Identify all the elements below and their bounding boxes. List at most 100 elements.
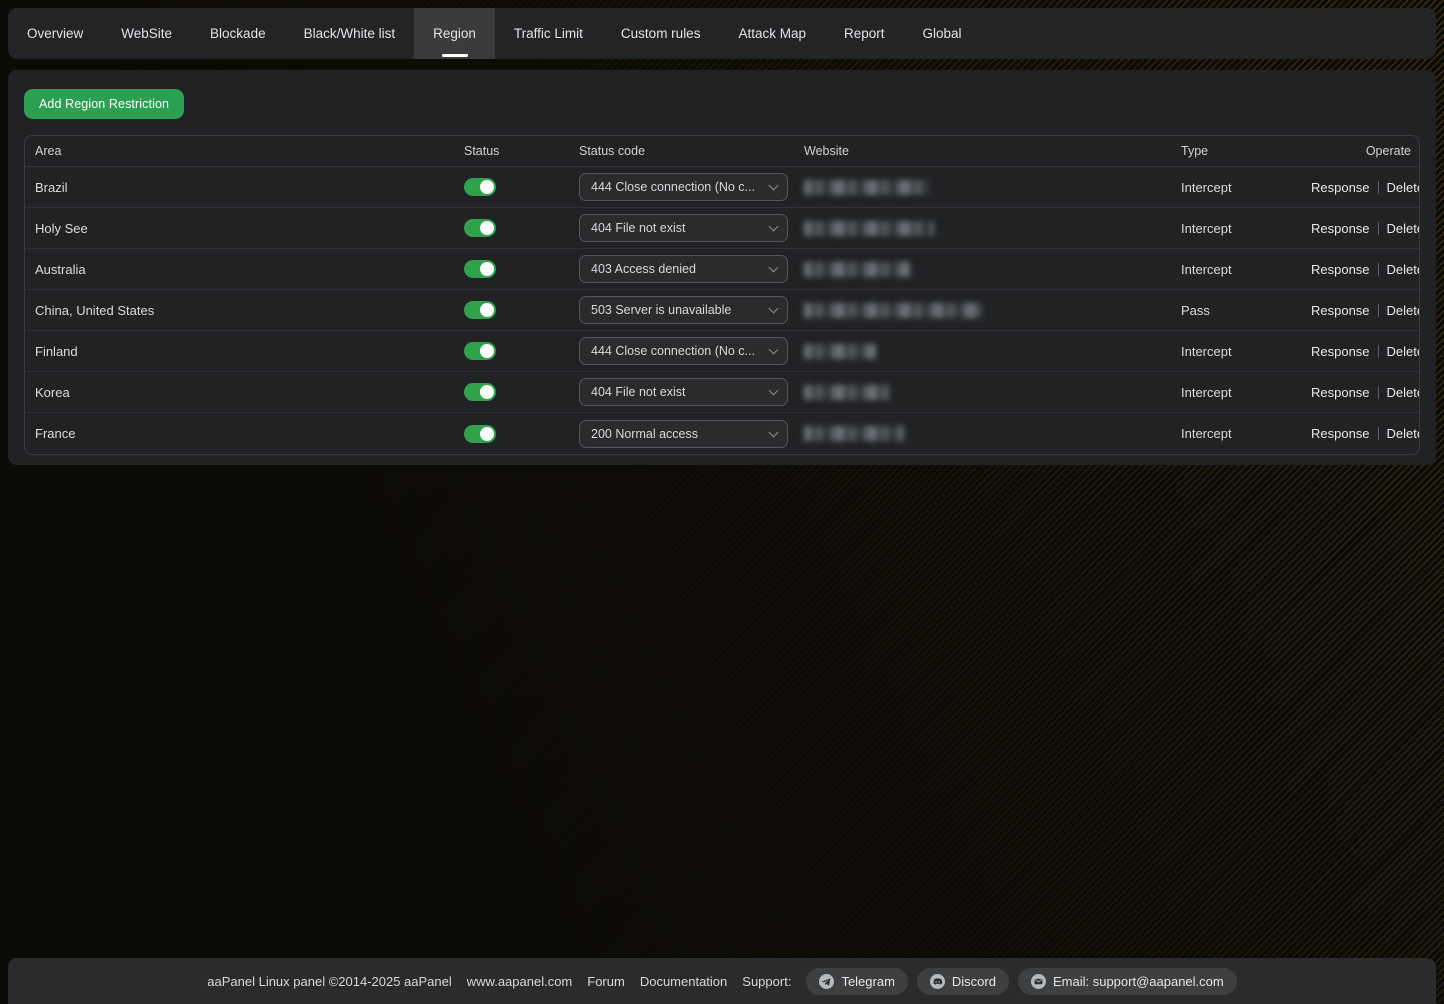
table-body: Brazil 444 Close connection (No c... Inter…	[25, 167, 1419, 454]
operate-cell: Response Delete	[1311, 221, 1420, 236]
website-redacted	[804, 426, 904, 441]
chevron-down-icon	[769, 304, 779, 314]
toggle-knob	[480, 221, 494, 235]
email-button[interactable]: Email: support@aapanel.com	[1018, 968, 1237, 995]
response-link[interactable]: Response	[1311, 221, 1370, 236]
status-toggle[interactable]	[464, 301, 496, 319]
status-code-cell: 200 Normal access	[579, 420, 804, 448]
response-link[interactable]: Response	[1311, 303, 1370, 318]
telegram-button[interactable]: Telegram	[806, 968, 907, 995]
status-toggle[interactable]	[464, 425, 496, 443]
website-redacted	[804, 180, 930, 195]
status-code-value: 200 Normal access	[591, 427, 764, 441]
delete-link[interactable]: Delete	[1387, 303, 1420, 318]
table-row: Finland444 Close connection (No c...Inte…	[25, 331, 1419, 372]
toggle-knob	[480, 262, 494, 276]
email-icon	[1031, 974, 1046, 989]
operate-cell: Response Delete	[1311, 426, 1420, 441]
tab-global[interactable]: Global	[904, 8, 981, 59]
status-toggle[interactable]	[464, 219, 496, 237]
status-code-select[interactable]: 404 File not exist	[579, 214, 788, 242]
footer-link-forum[interactable]: Forum	[587, 974, 625, 989]
table-header: Area Status Status code Website Type Ope…	[25, 136, 1419, 167]
status-toggle[interactable]	[464, 260, 496, 278]
website-cell	[804, 303, 1181, 318]
delete-link[interactable]: Delete	[1387, 426, 1420, 441]
operate-cell: Response Delete	[1311, 344, 1420, 359]
response-link[interactable]: Response	[1311, 426, 1370, 441]
table-row: Korea404 File not existInterceptResponse…	[25, 372, 1419, 413]
website-redacted	[804, 262, 910, 277]
status-code-select[interactable]: 503 Server is unavailable	[579, 296, 788, 324]
status-code-value: 404 File not exist	[591, 385, 764, 399]
top-nav: OverviewWebSiteBlockadeBlack/White listR…	[8, 8, 1436, 59]
status-code-cell: 404 File not exist	[579, 378, 804, 406]
tab-website[interactable]: WebSite	[102, 8, 191, 59]
status-code-select[interactable]: 404 File not exist	[579, 378, 788, 406]
toggle-knob	[480, 385, 494, 399]
type-cell: Intercept	[1181, 426, 1311, 441]
footer-link-website[interactable]: www.aapanel.com	[467, 974, 573, 989]
tab-traffic-limit[interactable]: Traffic Limit	[495, 8, 602, 59]
toggle-knob	[480, 427, 494, 441]
column-header-type: Type	[1181, 144, 1311, 158]
operate-cell: Response Delete	[1311, 262, 1420, 277]
table-row: China, United States503 Server is unavai…	[25, 290, 1419, 331]
tab-overview[interactable]: Overview	[8, 8, 102, 59]
status-code-select[interactable]: 200 Normal access	[579, 420, 788, 448]
delete-link[interactable]: Delete	[1387, 221, 1420, 236]
status-cell	[464, 219, 579, 237]
divider	[1378, 345, 1379, 358]
delete-link[interactable]: Delete	[1387, 180, 1420, 195]
status-code-select[interactable]: 444 Close connection (No c...	[579, 337, 788, 365]
tab-blockade[interactable]: Blockade	[191, 8, 285, 59]
tab-black-white-list[interactable]: Black/White list	[285, 8, 415, 59]
add-region-restriction-button[interactable]: Add Region Restriction	[24, 89, 184, 119]
table-row: Brazil444 Close connection (No c...Inter…	[25, 167, 1419, 208]
divider	[1378, 263, 1379, 276]
region-table: Area Status Status code Website Type Ope…	[24, 135, 1420, 455]
status-toggle[interactable]	[464, 342, 496, 360]
delete-link[interactable]: Delete	[1387, 344, 1420, 359]
response-link[interactable]: Response	[1311, 180, 1370, 195]
website-cell	[804, 426, 1181, 441]
telegram-icon	[819, 974, 834, 989]
response-link[interactable]: Response	[1311, 262, 1370, 277]
tab-region[interactable]: Region	[414, 8, 495, 59]
area-cell: Australia	[25, 262, 464, 277]
delete-link[interactable]: Delete	[1387, 385, 1420, 400]
type-cell: Intercept	[1181, 221, 1311, 236]
status-code-cell: 444 Close connection (No c...	[579, 173, 804, 201]
website-redacted	[804, 385, 890, 400]
table-row: Australia 403 Access denied InterceptRespo…	[25, 249, 1419, 290]
tab-attack-map[interactable]: Attack Map	[719, 8, 825, 59]
response-link[interactable]: Response	[1311, 344, 1370, 359]
delete-link[interactable]: Delete	[1387, 262, 1420, 277]
discord-button[interactable]: Discord	[917, 968, 1009, 995]
status-code-select[interactable]: 403 Access denied	[579, 255, 788, 283]
status-toggle[interactable]	[464, 383, 496, 401]
telegram-label: Telegram	[841, 974, 894, 989]
response-link[interactable]: Response	[1311, 385, 1370, 400]
website-cell	[804, 262, 1181, 277]
divider	[1378, 304, 1379, 317]
status-toggle[interactable]	[464, 178, 496, 196]
divider	[1378, 181, 1379, 194]
email-label: Email: support@aapanel.com	[1053, 974, 1224, 989]
column-header-status: Status	[464, 144, 579, 158]
type-cell: Intercept	[1181, 344, 1311, 359]
tab-report[interactable]: Report	[825, 8, 904, 59]
website-redacted	[804, 344, 876, 359]
column-header-status-code: Status code	[579, 144, 804, 158]
type-cell: Intercept	[1181, 262, 1311, 277]
status-code-select[interactable]: 444 Close connection (No c...	[579, 173, 788, 201]
status-code-cell: 403 Access denied	[579, 255, 804, 283]
area-cell: Brazil	[25, 180, 464, 195]
tab-custom-rules[interactable]: Custom rules	[602, 8, 720, 59]
footer-link-documentation[interactable]: Documentation	[640, 974, 727, 989]
status-cell	[464, 260, 579, 278]
type-cell: Pass	[1181, 303, 1311, 318]
table-row: France200 Normal accessInterceptResponse…	[25, 413, 1419, 454]
operate-cell: Response Delete	[1311, 180, 1420, 195]
status-cell	[464, 301, 579, 319]
